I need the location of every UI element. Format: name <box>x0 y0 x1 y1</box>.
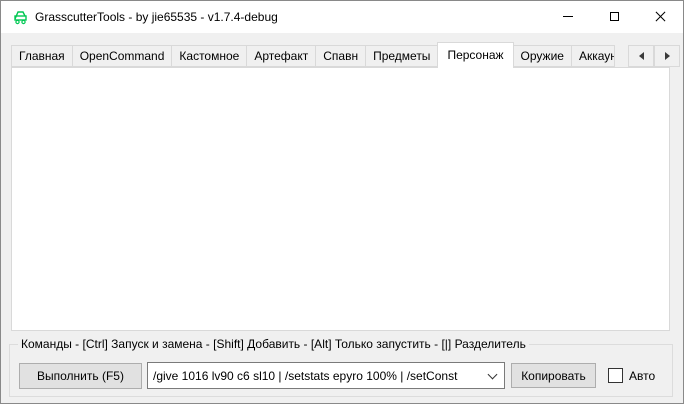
command-input-value: /give 1016 lv90 c6 sl10 | /setstats epyr… <box>153 369 485 383</box>
run-command-button[interactable]: Выполнить (F5) <box>19 363 142 389</box>
copy-command-button[interactable]: Копировать <box>511 363 596 388</box>
tab-strip: Главная OpenCommand Кастомное Артефакт С… <box>11 41 614 67</box>
close-button[interactable] <box>637 1 683 32</box>
auto-checkbox-label: Авто <box>629 369 655 384</box>
tab-scrollers <box>628 45 680 67</box>
maximize-icon <box>610 12 619 21</box>
app-window: GrasscutterTools - by jie65535 - v1.7.4-… <box>0 0 684 404</box>
minimize-icon <box>563 16 573 17</box>
left-arrow-icon <box>639 52 644 60</box>
tab-weapon[interactable]: Оружие <box>513 45 572 67</box>
right-arrow-icon <box>665 52 670 60</box>
tab-page-character <box>11 67 670 331</box>
command-input[interactable]: /give 1016 lv90 c6 sl10 | /setstats epyr… <box>147 362 505 389</box>
window-title: GrasscutterTools - by jie65535 - v1.7.4-… <box>35 10 278 24</box>
title-bar: GrasscutterTools - by jie65535 - v1.7.4-… <box>1 1 683 33</box>
minimize-button[interactable] <box>545 1 591 32</box>
tab-custom[interactable]: Кастомное <box>171 45 247 67</box>
tab-main[interactable]: Главная <box>11 45 73 67</box>
auto-checkbox[interactable] <box>608 368 623 383</box>
tab-items[interactable]: Предметы <box>365 45 438 67</box>
tab-account[interactable]: Аккаунт <box>571 45 615 67</box>
tab-scroll-left-button[interactable] <box>628 45 654 67</box>
groupbox-commands-title: Команды - [Ctrl] Запуск и замена - [Shif… <box>18 337 529 351</box>
tab-artifact[interactable]: Артефакт <box>246 45 316 67</box>
tab-spawn[interactable]: Спавн <box>315 45 366 67</box>
tab-opencommand[interactable]: OpenCommand <box>72 45 173 67</box>
tab-scroll-right-button[interactable] <box>654 45 680 67</box>
tab-character[interactable]: Персонаж <box>437 42 513 68</box>
maximize-button[interactable] <box>591 1 637 32</box>
close-icon <box>655 11 666 22</box>
grasscutter-logo-icon <box>12 9 30 25</box>
groupbox-commands: Команды - [Ctrl] Запуск и замена - [Shif… <box>9 344 673 397</box>
chevron-down-icon <box>488 369 498 379</box>
